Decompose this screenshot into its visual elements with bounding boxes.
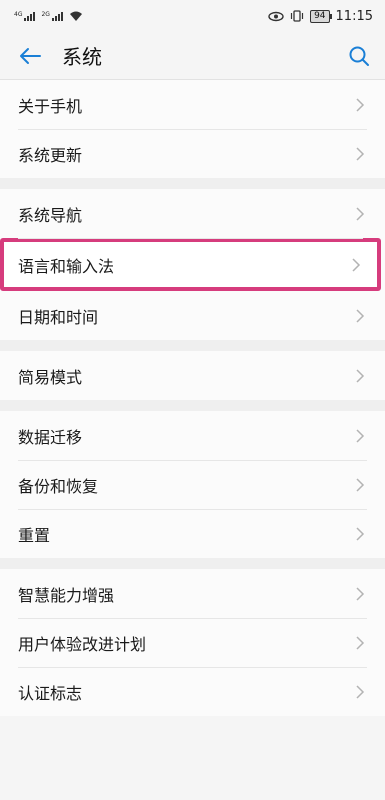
list-item-label: 数据迁移 bbox=[18, 427, 83, 447]
list-item-about-phone[interactable]: 关于手机 bbox=[0, 80, 385, 129]
settings-group-3: 简易模式 bbox=[0, 351, 385, 400]
list-item-language-input[interactable]: 语言和输入法 bbox=[0, 238, 381, 291]
status-left: 4G 2G bbox=[14, 11, 83, 22]
chevron-right-icon bbox=[356, 635, 365, 650]
list-item-reset[interactable]: 重置 bbox=[0, 509, 385, 558]
list-item-user-experience[interactable]: 用户体验改进计划 bbox=[0, 618, 385, 667]
chevron-right-icon bbox=[356, 428, 365, 443]
signal-1: 4G bbox=[14, 10, 36, 21]
list-item-label: 系统更新 bbox=[18, 145, 83, 165]
list-item-label: 日期和时间 bbox=[18, 307, 99, 327]
chevron-right-icon bbox=[356, 477, 365, 492]
chevron-right-icon bbox=[356, 684, 365, 699]
group-divider bbox=[0, 178, 385, 189]
list-item-label: 智慧能力增强 bbox=[18, 585, 115, 605]
chevron-right-icon bbox=[352, 257, 361, 272]
chevron-right-icon bbox=[356, 206, 365, 221]
chevron-right-icon bbox=[356, 368, 365, 383]
signal-bars-icon bbox=[51, 11, 63, 21]
arrow-left-icon bbox=[20, 47, 41, 64]
signal-2: 2G bbox=[41, 10, 63, 21]
list-item-data-migration[interactable]: 数据迁移 bbox=[0, 411, 385, 460]
group-divider bbox=[0, 400, 385, 411]
search-icon bbox=[349, 46, 369, 66]
list-item-label: 系统导航 bbox=[18, 205, 83, 225]
search-button[interactable] bbox=[345, 42, 373, 70]
chevron-right-icon bbox=[356, 526, 365, 541]
list-item-certification[interactable]: 认证标志 bbox=[0, 667, 385, 716]
battery-icon: 94 bbox=[310, 9, 333, 23]
list-item-smart-enhancement[interactable]: 智慧能力增强 bbox=[0, 569, 385, 618]
network-type-2: 2G bbox=[41, 10, 50, 18]
app-bar: 系统 bbox=[0, 32, 385, 80]
settings-group-4: 数据迁移 备份和恢复 重置 bbox=[0, 411, 385, 558]
signal-bars-icon bbox=[24, 11, 36, 21]
clock: 11:15 bbox=[335, 8, 373, 24]
settings-group-2: 系统导航 语言和输入法 日期和时间 bbox=[0, 189, 385, 340]
settings-group-5: 智慧能力增强 用户体验改进计划 认证标志 bbox=[0, 569, 385, 716]
page-title: 系统 bbox=[62, 45, 102, 69]
list-item-label: 用户体验改进计划 bbox=[18, 634, 147, 654]
vibrate-icon bbox=[290, 10, 304, 22]
list-item-label: 语言和输入法 bbox=[18, 256, 115, 276]
list-item-label: 备份和恢复 bbox=[18, 476, 99, 496]
list-item-date-time[interactable]: 日期和时间 bbox=[0, 291, 385, 340]
chevron-right-icon bbox=[356, 586, 365, 601]
list-item-backup-restore[interactable]: 备份和恢复 bbox=[0, 460, 385, 509]
group-divider bbox=[0, 558, 385, 569]
back-button[interactable] bbox=[16, 42, 44, 70]
list-item-label: 简易模式 bbox=[18, 367, 83, 387]
list-item-label: 重置 bbox=[18, 525, 51, 545]
status-right: 94 11:15 bbox=[268, 9, 373, 24]
network-type-1: 4G bbox=[14, 10, 23, 18]
settings-group-1: 关于手机 系统更新 bbox=[0, 80, 385, 178]
list-item-simple-mode[interactable]: 简易模式 bbox=[0, 351, 385, 400]
eye-comfort-icon bbox=[268, 11, 284, 21]
chevron-right-icon bbox=[356, 97, 365, 112]
chevron-right-icon bbox=[356, 146, 365, 161]
list-item-label: 关于手机 bbox=[18, 96, 83, 116]
chevron-right-icon bbox=[356, 308, 365, 323]
status-bar: 4G 2G 94 11:15 bbox=[0, 0, 385, 32]
list-item-system-update[interactable]: 系统更新 bbox=[0, 129, 385, 178]
group-divider bbox=[0, 340, 385, 351]
wifi-icon bbox=[69, 11, 82, 21]
list-item-system-navigation[interactable]: 系统导航 bbox=[0, 189, 385, 238]
list-item-label: 认证标志 bbox=[18, 683, 83, 703]
